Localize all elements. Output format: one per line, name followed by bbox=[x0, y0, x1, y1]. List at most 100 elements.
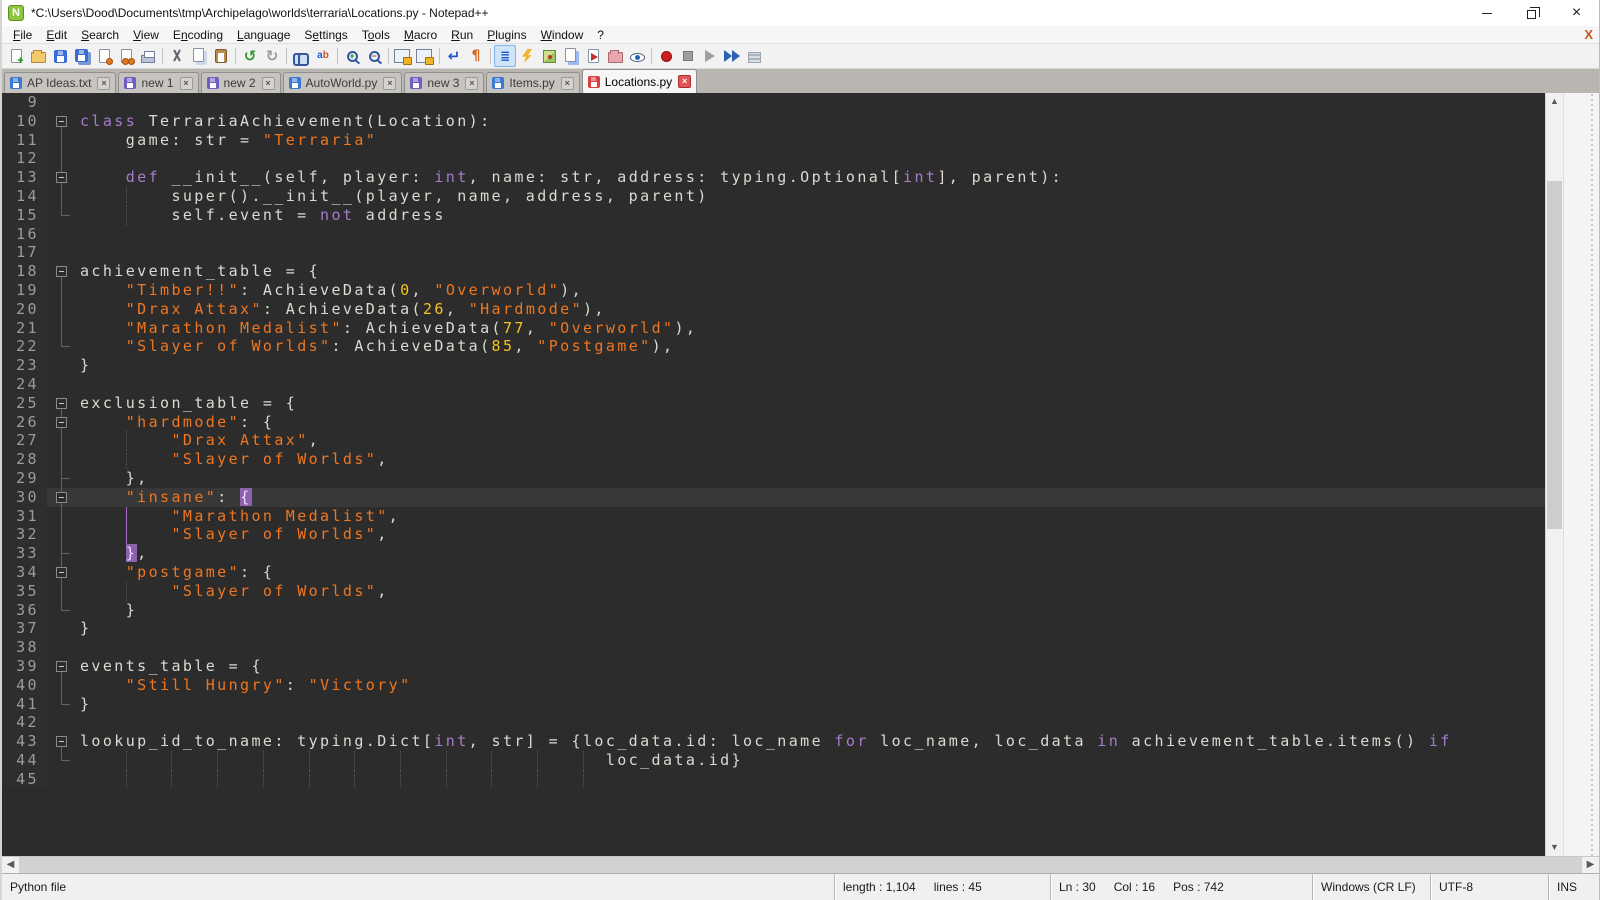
zoom-out-button[interactable]: − bbox=[363, 45, 385, 67]
fold-margin[interactable] bbox=[47, 413, 77, 432]
fold-margin[interactable] bbox=[47, 563, 77, 582]
find-button[interactable] bbox=[290, 45, 312, 67]
code-text[interactable] bbox=[77, 225, 1545, 244]
menu-item-encoding[interactable]: Encoding bbox=[166, 27, 230, 43]
tab-close-icon[interactable]: × bbox=[180, 77, 193, 90]
print-button[interactable] bbox=[137, 45, 159, 67]
code-editor[interactable]: 910class TerrariaAchievement(Location):1… bbox=[2, 93, 1545, 856]
code-text[interactable]: "Marathon Medalist": AchieveData(77, "Ov… bbox=[77, 319, 1545, 338]
close-button[interactable] bbox=[93, 45, 115, 67]
paste-button[interactable] bbox=[210, 45, 232, 67]
code-text[interactable]: } bbox=[77, 695, 1545, 714]
minimize-button[interactable] bbox=[1464, 0, 1509, 26]
tab-close-icon[interactable]: × bbox=[465, 77, 478, 90]
restore-button[interactable] bbox=[1509, 0, 1554, 26]
menu-item-plugins[interactable]: Plugins bbox=[480, 27, 533, 43]
macro-save-button[interactable] bbox=[743, 45, 765, 67]
tab-new-2[interactable]: new 2× bbox=[201, 72, 281, 93]
word-wrap-button[interactable]: ↵ bbox=[443, 45, 465, 67]
show-all-characters-button[interactable]: ¶ bbox=[465, 45, 487, 67]
save-all-button[interactable] bbox=[71, 45, 93, 67]
menu-item-help[interactable]: ? bbox=[590, 27, 611, 43]
tab-close-icon[interactable]: × bbox=[262, 77, 275, 90]
menu-item-edit[interactable]: Edit bbox=[39, 27, 74, 43]
close-document-icon[interactable]: X bbox=[1584, 28, 1593, 41]
folder-as-workspace-button[interactable] bbox=[604, 45, 626, 67]
document-map-button[interactable] bbox=[538, 45, 560, 67]
code-text[interactable]: }, bbox=[77, 469, 1545, 488]
code-text[interactable]: self.event = not address bbox=[77, 206, 1545, 225]
fold-margin[interactable] bbox=[47, 732, 77, 751]
code-text[interactable]: "Marathon Medalist", bbox=[77, 507, 1545, 526]
horizontal-scrollbar-thumb[interactable] bbox=[19, 857, 1582, 873]
code-text[interactable]: }, bbox=[77, 544, 1545, 563]
fold-margin[interactable] bbox=[47, 262, 77, 281]
menu-item-search[interactable]: Search bbox=[74, 27, 126, 43]
scroll-down-arrow-icon[interactable]: ▼ bbox=[1546, 839, 1563, 856]
macro-record-button[interactable] bbox=[655, 45, 677, 67]
tab-close-icon[interactable]: × bbox=[678, 75, 691, 88]
cut-button[interactable] bbox=[166, 45, 188, 67]
tab-ap-ideas-txt[interactable]: AP Ideas.txt× bbox=[4, 72, 116, 93]
code-text[interactable]: achievement_table = { bbox=[77, 262, 1545, 281]
tab-new-1[interactable]: new 1× bbox=[118, 72, 198, 93]
document-switcher-button[interactable] bbox=[560, 45, 582, 67]
scroll-left-arrow-icon[interactable]: ◀ bbox=[2, 857, 19, 873]
tab-items-py[interactable]: Items.py× bbox=[486, 72, 579, 93]
sync-vertical-scroll-button[interactable] bbox=[392, 45, 414, 67]
zoom-in-button[interactable]: + bbox=[341, 45, 363, 67]
code-text[interactable]: } bbox=[77, 356, 1545, 375]
code-text[interactable]: } bbox=[77, 601, 1545, 620]
menu-item-tools[interactable]: Tools bbox=[355, 27, 397, 43]
menu-item-window[interactable]: Window bbox=[534, 27, 591, 43]
fold-margin[interactable] bbox=[47, 112, 77, 131]
new-file-button[interactable] bbox=[5, 45, 27, 67]
view-file-button[interactable] bbox=[626, 45, 648, 67]
copy-button[interactable] bbox=[188, 45, 210, 67]
open-file-button[interactable] bbox=[27, 45, 49, 67]
menu-item-language[interactable]: Language bbox=[230, 27, 297, 43]
menu-item-view[interactable]: View bbox=[126, 27, 166, 43]
code-text[interactable]: super().__init__(player, name, address, … bbox=[77, 187, 1545, 206]
fold-margin[interactable] bbox=[47, 488, 77, 507]
code-text[interactable]: "Drax Attax": AchieveData(26, "Hardmode"… bbox=[77, 300, 1545, 319]
code-text[interactable] bbox=[77, 713, 1545, 732]
horizontal-scrollbar[interactable]: ◀ ▶ bbox=[2, 856, 1599, 874]
code-text[interactable]: "postgame": { bbox=[77, 563, 1545, 582]
code-text[interactable]: events_table = { bbox=[77, 657, 1545, 676]
code-text[interactable] bbox=[77, 93, 1545, 112]
code-text[interactable]: loc_data.id} bbox=[77, 751, 1545, 770]
code-text[interactable] bbox=[77, 243, 1545, 262]
code-text[interactable]: "hardmode": { bbox=[77, 413, 1545, 432]
scroll-up-arrow-icon[interactable]: ▲ bbox=[1546, 93, 1563, 110]
vertical-scrollbar[interactable]: ▲ ▼ bbox=[1545, 93, 1563, 856]
menu-item-file[interactable]: File bbox=[6, 27, 39, 43]
code-text[interactable]: "Drax Attax", bbox=[77, 431, 1545, 450]
tab-close-icon[interactable]: × bbox=[561, 77, 574, 90]
menu-item-settings[interactable]: Settings bbox=[297, 27, 354, 43]
tab-close-icon[interactable]: × bbox=[97, 77, 110, 90]
undo-button[interactable]: ↺ bbox=[239, 45, 261, 67]
code-text[interactable]: "Slayer of Worlds", bbox=[77, 582, 1545, 601]
macro-play-button[interactable] bbox=[699, 45, 721, 67]
code-text[interactable] bbox=[77, 149, 1545, 168]
tab-close-icon[interactable]: × bbox=[383, 77, 396, 90]
close-button[interactable]: × bbox=[1554, 0, 1599, 26]
tab-new-3[interactable]: new 3× bbox=[404, 72, 484, 93]
code-text[interactable]: lookup_id_to_name: typing.Dict[int, str]… bbox=[77, 732, 1545, 751]
function-list-button[interactable] bbox=[516, 45, 538, 67]
code-text[interactable]: "Slayer of Worlds", bbox=[77, 525, 1545, 544]
indent-guide-button[interactable]: ≣ bbox=[494, 45, 516, 67]
redo-button[interactable]: ↻ bbox=[261, 45, 283, 67]
macro-stop-button[interactable] bbox=[677, 45, 699, 67]
fold-margin[interactable] bbox=[47, 657, 77, 676]
code-text[interactable]: "insane": { bbox=[77, 488, 1545, 507]
tab-locations-py[interactable]: Locations.py× bbox=[582, 69, 697, 93]
code-text[interactable] bbox=[77, 375, 1545, 394]
code-text[interactable] bbox=[77, 770, 1545, 789]
replace-button[interactable]: ab bbox=[312, 45, 334, 67]
code-text[interactable]: "Timber!!": AchieveData(0, "Overworld"), bbox=[77, 281, 1545, 300]
tab-autoworld-py[interactable]: AutoWorld.py× bbox=[283, 72, 403, 93]
menu-item-run[interactable]: Run bbox=[444, 27, 480, 43]
code-text[interactable]: exclusion_table = { bbox=[77, 394, 1545, 413]
